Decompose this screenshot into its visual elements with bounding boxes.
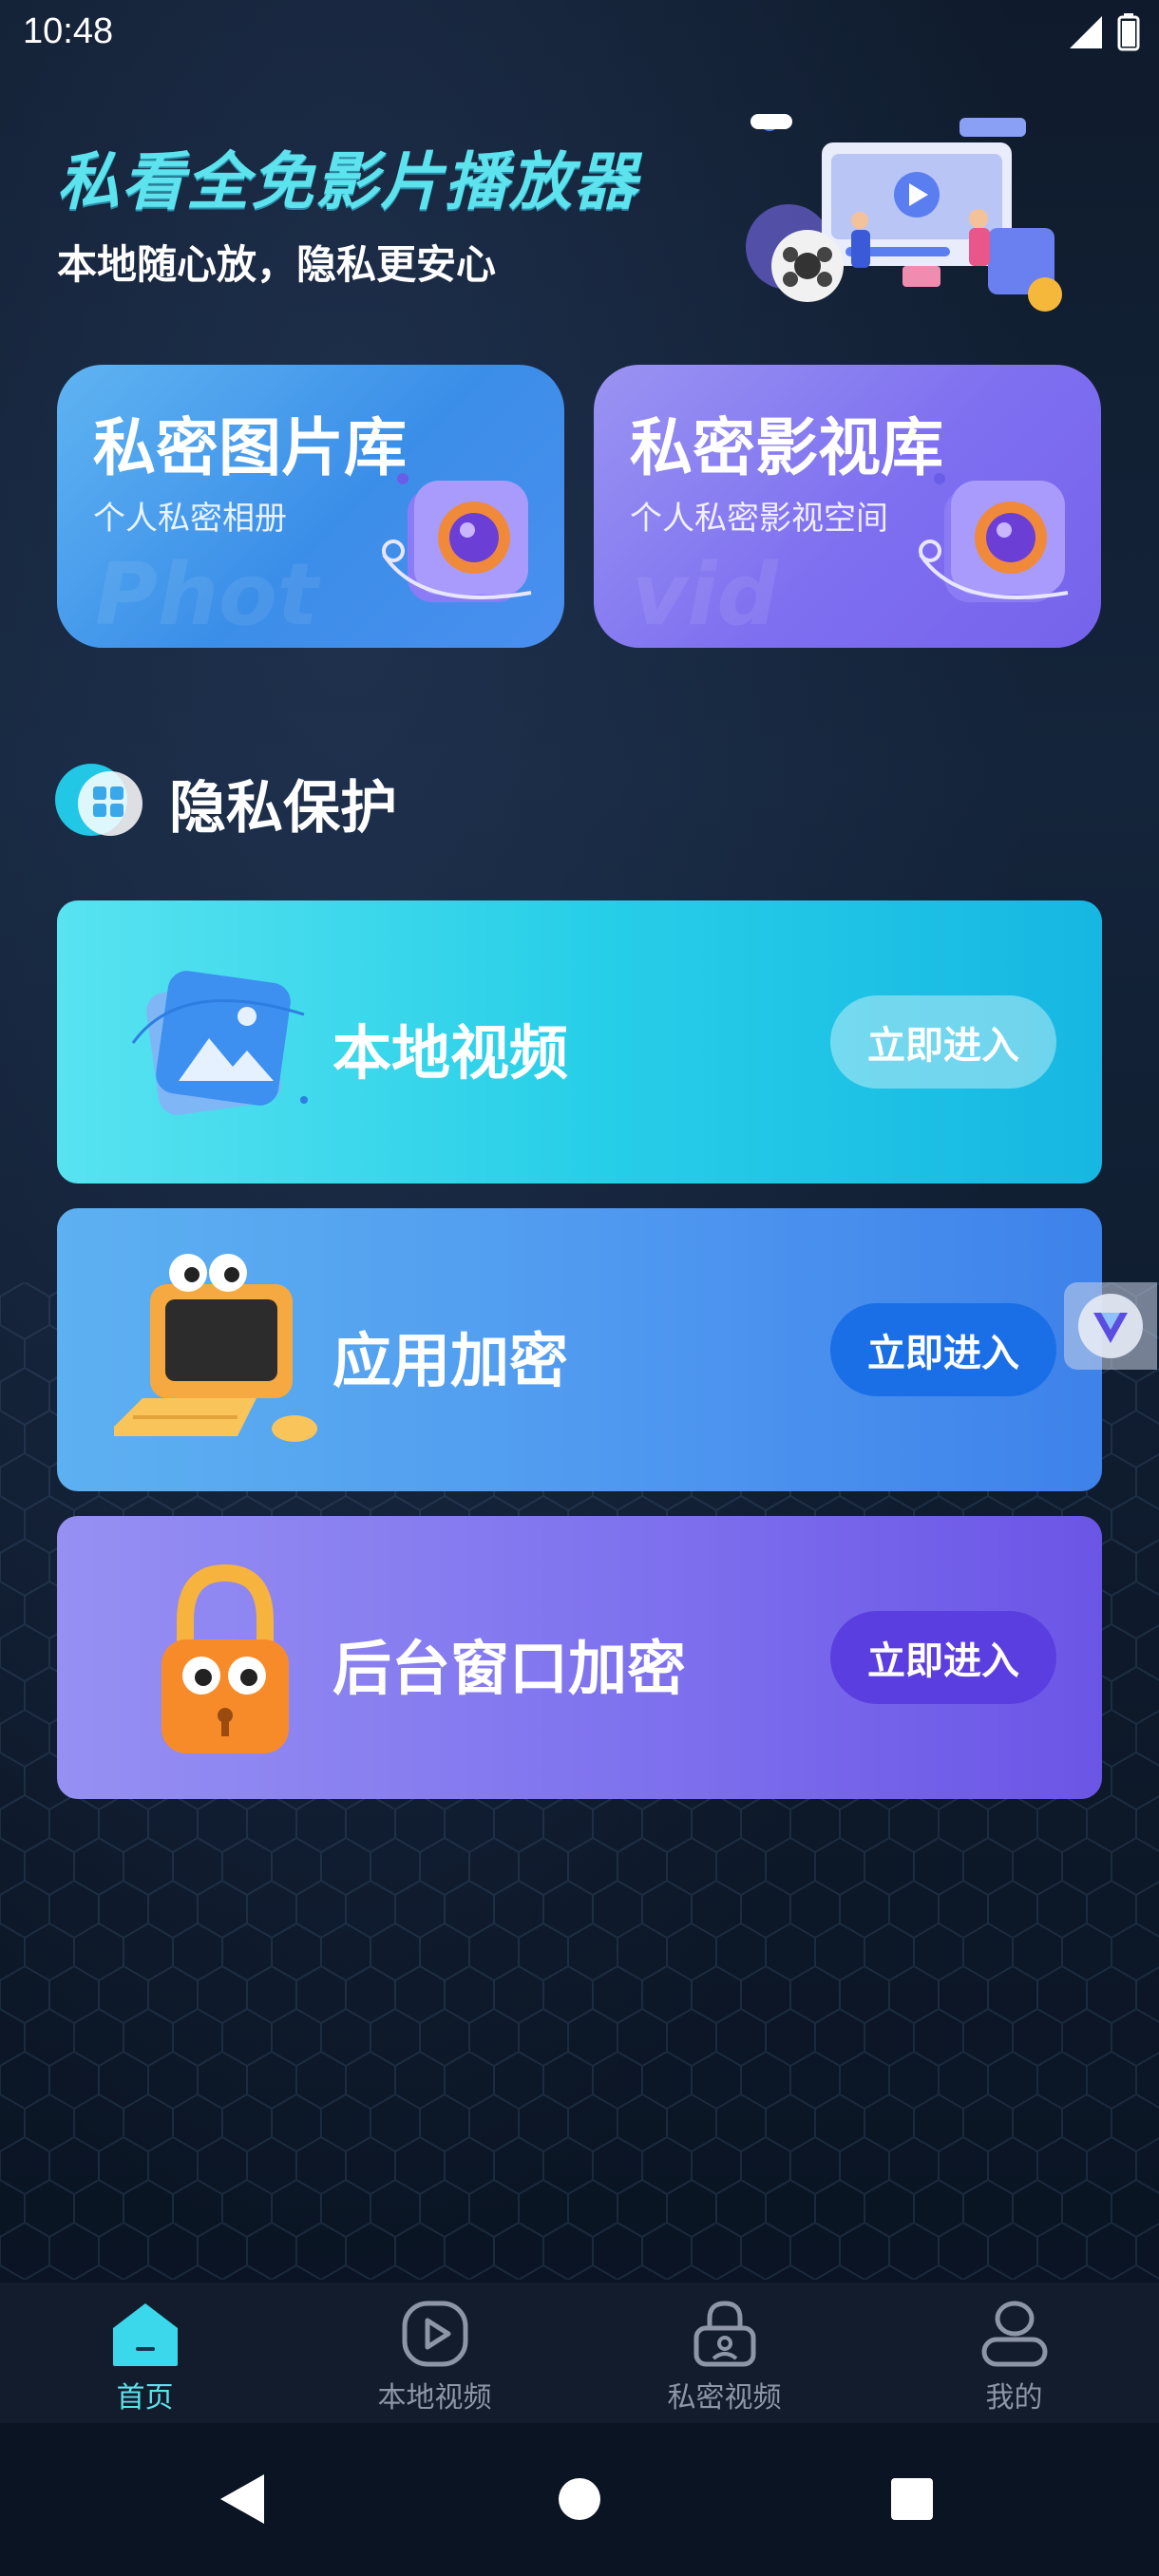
local-video-card[interactable]: 本地视频 立即进入 [57, 900, 1102, 1184]
nav-item-local-video[interactable]: 本地视频 [290, 2282, 580, 2423]
app-title: 私看全免影片播放器 [57, 145, 638, 218]
private-photo-library-card[interactable]: 私密图片库 个人私密相册 Phot [57, 365, 564, 648]
play-circle-icon [402, 2301, 467, 2367]
section-title: 隐私保护 [169, 775, 397, 842]
app-subtitle: 本地随心放，隐私更安心 [57, 241, 497, 288]
feature-label: 后台窗口加密 [332, 1634, 687, 1703]
padlock-mascot-icon [162, 1563, 289, 1753]
camera-icon [382, 473, 532, 602]
system-navigation-bar [0, 2423, 1159, 2576]
person-icon [981, 2301, 1047, 2367]
background-window-encryption-card[interactable]: 后台窗口加密 立即进入 [57, 1516, 1102, 1799]
library-watermark: Phot [95, 545, 318, 645]
home-circle-icon[interactable] [549, 2469, 610, 2529]
enter-local-video-button[interactable]: 立即进入 [830, 995, 1056, 1089]
floating-assistant-button[interactable] [1064, 1282, 1157, 1370]
nav-label: 本地视频 [377, 2381, 492, 2415]
library-watermark: vid [632, 545, 778, 645]
picture-icon [131, 971, 308, 1115]
library-title: 私密影视库 [630, 411, 943, 484]
enter-background-encryption-button[interactable]: 立即进入 [830, 1611, 1056, 1704]
bottom-navigation: 首页 本地视频 私密视频 我的 [0, 2282, 1159, 2423]
feature-label: 本地视频 [332, 1018, 569, 1088]
home-icon [112, 2303, 178, 2366]
library-subtitle: 个人私密影视空间 [630, 500, 888, 538]
private-video-library-card[interactable]: 私密影视库 个人私密影视空间 vid [594, 365, 1101, 648]
v-logo-icon [1078, 1294, 1143, 1358]
nav-label: 我的 [985, 2381, 1043, 2415]
nav-label: 私密视频 [667, 2381, 782, 2415]
status-bar: 10:48 [0, 0, 1159, 68]
lock-icon [694, 2301, 755, 2367]
recents-square-icon[interactable] [882, 2469, 942, 2529]
library-subtitle: 个人私密相册 [93, 500, 287, 538]
hero-illustration [746, 114, 1062, 312]
nav-item-profile[interactable]: 我的 [869, 2282, 1159, 2423]
back-icon[interactable] [211, 2469, 272, 2529]
privacy-shield-icon [55, 764, 142, 836]
status-time: 10:48 [23, 11, 114, 51]
nav-item-private-video[interactable]: 私密视频 [580, 2282, 869, 2423]
signal-icon [1070, 16, 1102, 48]
enter-app-encryption-button[interactable]: 立即进入 [830, 1303, 1056, 1396]
battery-icon [1117, 13, 1140, 51]
app-encryption-card[interactable]: 应用加密 立即进入 [57, 1208, 1102, 1491]
library-title: 私密图片库 [93, 411, 407, 484]
nav-label: 首页 [116, 2381, 174, 2415]
computer-mascot-icon [114, 1254, 317, 1442]
nav-item-home[interactable]: 首页 [0, 2282, 290, 2423]
camera-icon [919, 473, 1069, 602]
feature-label: 应用加密 [332, 1326, 569, 1395]
status-icons [1068, 13, 1140, 51]
